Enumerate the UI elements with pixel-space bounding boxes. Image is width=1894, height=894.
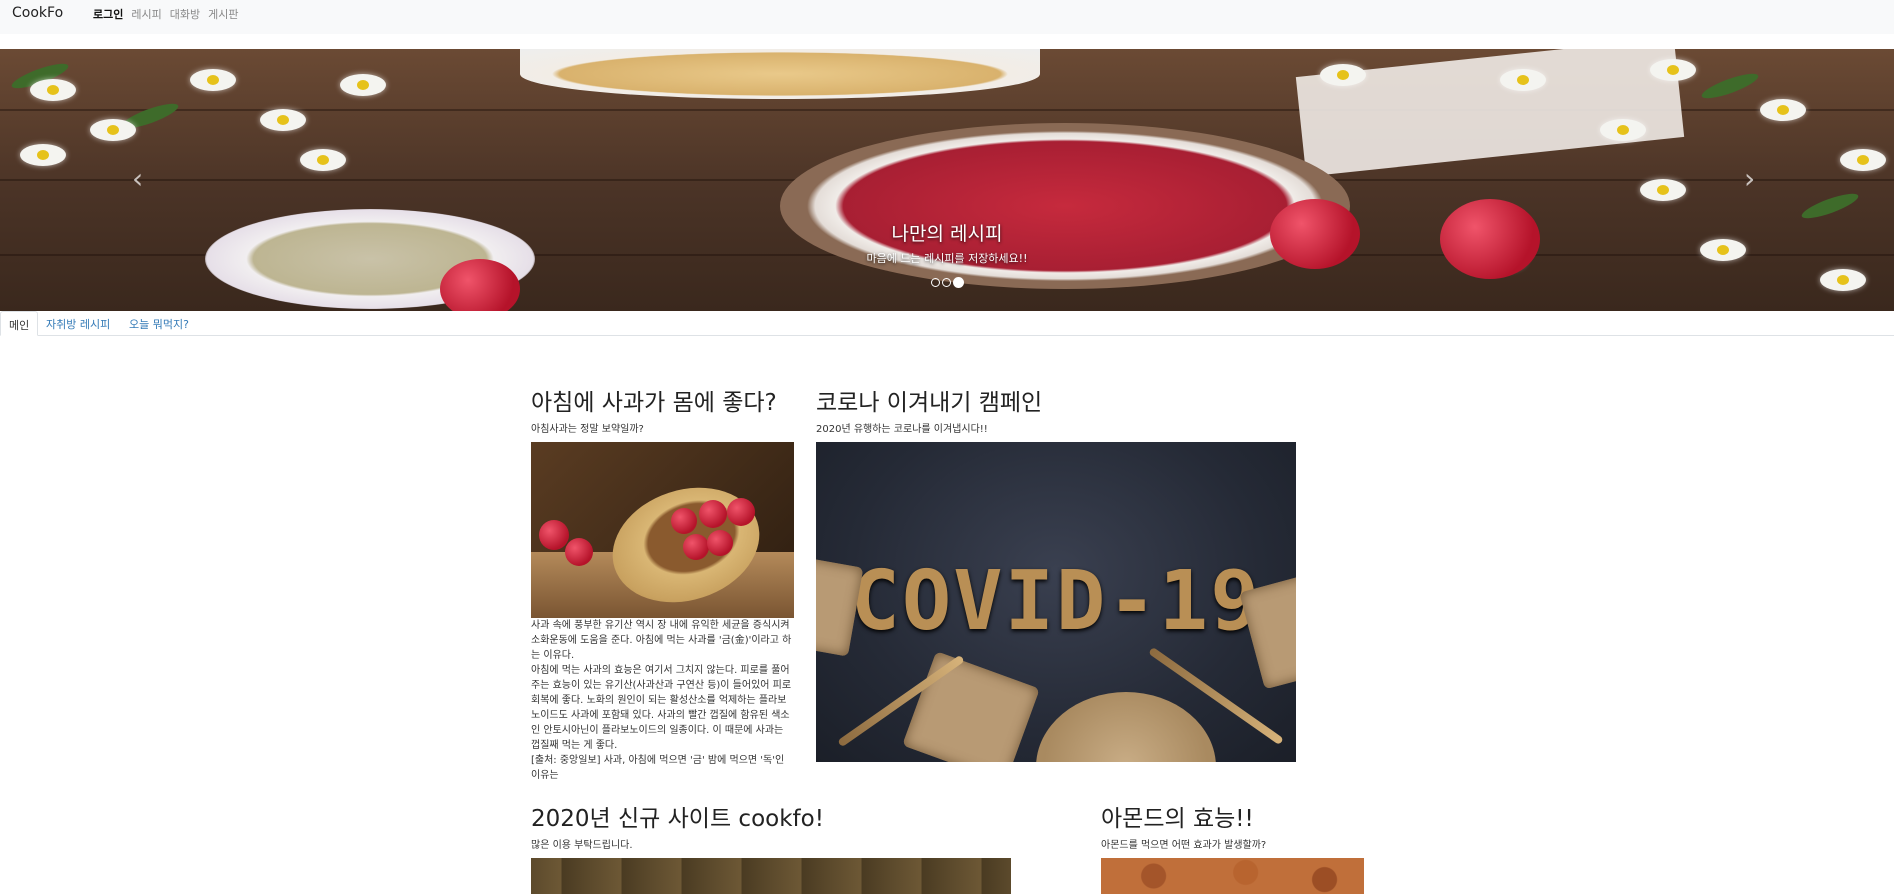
tab-main[interactable]: 메인 — [0, 311, 39, 336]
covid-card-title: 코로나 이겨내기 캠페인 — [816, 390, 1043, 416]
carousel-indicators — [931, 277, 964, 288]
covid-card-subtitle: 2020년 유행하는 코로나를 이겨냅시다!! — [816, 424, 988, 435]
nav-links: 로그인 레시피 대화방 게시판 — [93, 6, 239, 22]
nav-login[interactable]: 로그인 — [93, 6, 123, 22]
hero-title: 나만의 레시피 — [891, 223, 1003, 245]
site-card-title: 2020년 신규 사이트 cookfo! — [531, 806, 824, 832]
apple-hat-image — [531, 442, 794, 618]
nav-recipe[interactable]: 레시피 — [131, 6, 161, 22]
brand-logo[interactable]: CookFo — [12, 5, 63, 21]
tab-what-to-eat[interactable]: 오늘 뭐먹지? — [121, 311, 197, 336]
nav-board[interactable]: 게시판 — [208, 6, 238, 22]
category-tabs: 메인 자취방 레시피 오늘 뭐먹지? — [0, 311, 1894, 336]
nav-chat[interactable]: 대화방 — [170, 6, 200, 22]
carousel-indicator-1[interactable] — [931, 278, 940, 287]
top-navbar: CookFo 로그인 레시피 대화방 게시판 — [0, 0, 1894, 34]
apple-card-body: 사과 속에 풍부한 유기산 역시 장 내에 유익한 세균을 증식시켜 소화운동에… — [531, 618, 794, 783]
covid-image-text: COVID-19 — [850, 554, 1262, 649]
tab-budget-recipe[interactable]: 자취방 레시피 — [38, 311, 118, 336]
hero-subtitle: 마음에 드는 레시피를 저장하세요!! — [866, 252, 1028, 265]
almond-card-subtitle: 아몬드를 먹으면 어떤 효과가 발생할까? — [1101, 840, 1267, 851]
apple-card-subtitle: 아침사과는 정말 보약일까? — [531, 424, 644, 435]
apple-card-title: 아침에 사과가 몸에 좋다? — [531, 390, 777, 416]
almond-card-title: 아몬드의 효능!! — [1101, 806, 1254, 832]
site-card-subtitle: 많은 이용 부탁드립니다. — [531, 840, 633, 851]
carousel-prev-button[interactable]: ‹ — [132, 162, 143, 195]
apple-body-paragraph: 사과 속에 풍부한 유기산 역시 장 내에 유익한 세균을 증식시켜 소화운동에… — [531, 620, 792, 781]
covid-image: COVID-19 — [816, 442, 1296, 762]
hero-carousel: ‹ › 나만의 레시피 마음에 드는 레시피를 저장하세요!! — [0, 49, 1894, 311]
wood-image — [531, 858, 1011, 894]
almond-image — [1101, 858, 1364, 894]
carousel-next-button[interactable]: › — [1744, 162, 1755, 195]
carousel-indicator-3[interactable] — [953, 277, 964, 288]
carousel-indicator-2[interactable] — [942, 278, 951, 287]
